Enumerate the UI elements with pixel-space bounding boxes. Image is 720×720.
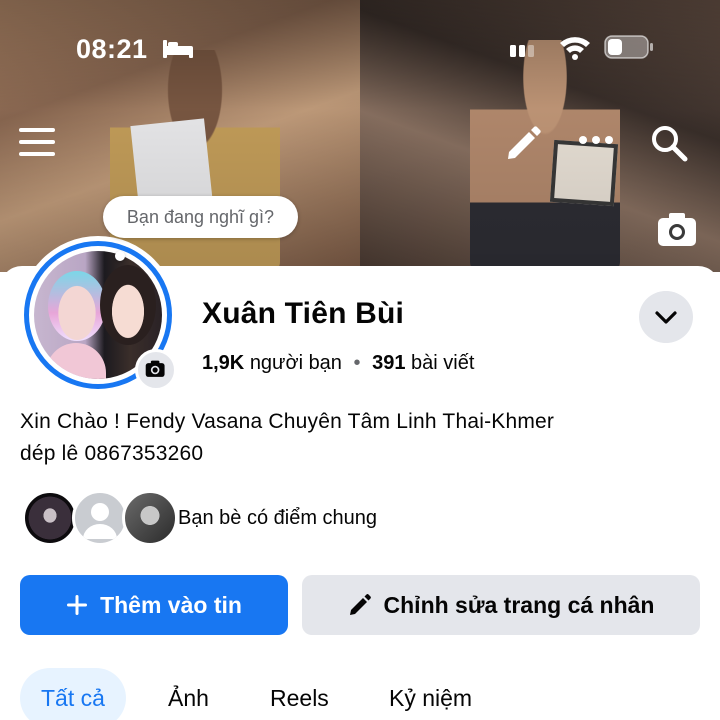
thought-bubble[interactable]: Bạn đang nghĩ gì? bbox=[103, 196, 298, 238]
profile-tabs: Tất cả Ảnh Reels Kỷ niệm bbox=[20, 668, 720, 720]
avatar-dress bbox=[46, 343, 106, 379]
thought-bubble-tail bbox=[115, 251, 125, 261]
search-icon[interactable] bbox=[650, 124, 688, 162]
edit-profile-button[interactable]: Chỉnh sửa trang cá nhân bbox=[302, 575, 700, 635]
default-avatar-icon bbox=[83, 503, 117, 539]
profile-bio: Xin Chào ! Fendy Vasana Chuyên Tâm Linh … bbox=[20, 406, 700, 470]
battery-icon bbox=[604, 35, 653, 59]
status-time: 08:21 bbox=[76, 34, 148, 64]
menu-icon[interactable] bbox=[19, 126, 55, 158]
tab-photos[interactable]: Ảnh bbox=[168, 668, 209, 720]
friends-label[interactable]: người bạn bbox=[250, 352, 342, 374]
mutual-friend-avatar[interactable] bbox=[72, 490, 128, 546]
profile-stats: 1,9K người bạn • 391 bài viết bbox=[202, 352, 474, 375]
avatar-camera-button[interactable] bbox=[135, 349, 177, 391]
tab-reels[interactable]: Reels bbox=[270, 668, 329, 720]
pencil-icon bbox=[349, 594, 371, 615]
tab-memories[interactable]: Kỷ niệm bbox=[389, 668, 472, 720]
avatar-girl bbox=[100, 265, 156, 345]
edit-profile-label: Chỉnh sửa trang cá nhân bbox=[383, 591, 655, 618]
avatar-doll bbox=[48, 271, 106, 341]
signal-icon bbox=[510, 45, 534, 57]
more-icon[interactable] bbox=[578, 132, 614, 148]
cover-camera-button[interactable] bbox=[656, 210, 698, 248]
friends-count[interactable]: 1,9K bbox=[202, 352, 244, 374]
add-to-story-button[interactable]: Thêm vào tin bbox=[20, 575, 288, 635]
bio-line-2[interactable]: dép lê 0867353260 bbox=[20, 438, 700, 470]
posts-label: bài viết bbox=[411, 352, 475, 374]
edit-icon[interactable] bbox=[503, 122, 543, 162]
stats-separator: • bbox=[353, 352, 361, 374]
tab-all[interactable]: Tất cả bbox=[20, 668, 126, 720]
profile-name: Xuân Tiên Bùi bbox=[202, 297, 405, 330]
mutual-friends-label[interactable]: Bạn bè có điểm chung bbox=[178, 507, 377, 530]
add-to-story-label: Thêm vào tin bbox=[100, 591, 242, 618]
posts-count: 391 bbox=[372, 352, 406, 374]
wifi-icon bbox=[560, 37, 590, 60]
mutual-friend-avatar[interactable] bbox=[22, 490, 78, 546]
expand-profile-button[interactable] bbox=[639, 291, 693, 343]
plus-icon bbox=[67, 595, 88, 615]
bed-icon bbox=[163, 40, 193, 58]
bio-line-1: Xin Chào ! Fendy Vasana Chuyên Tâm Linh … bbox=[20, 410, 555, 433]
mutual-friend-avatar[interactable] bbox=[122, 490, 178, 546]
